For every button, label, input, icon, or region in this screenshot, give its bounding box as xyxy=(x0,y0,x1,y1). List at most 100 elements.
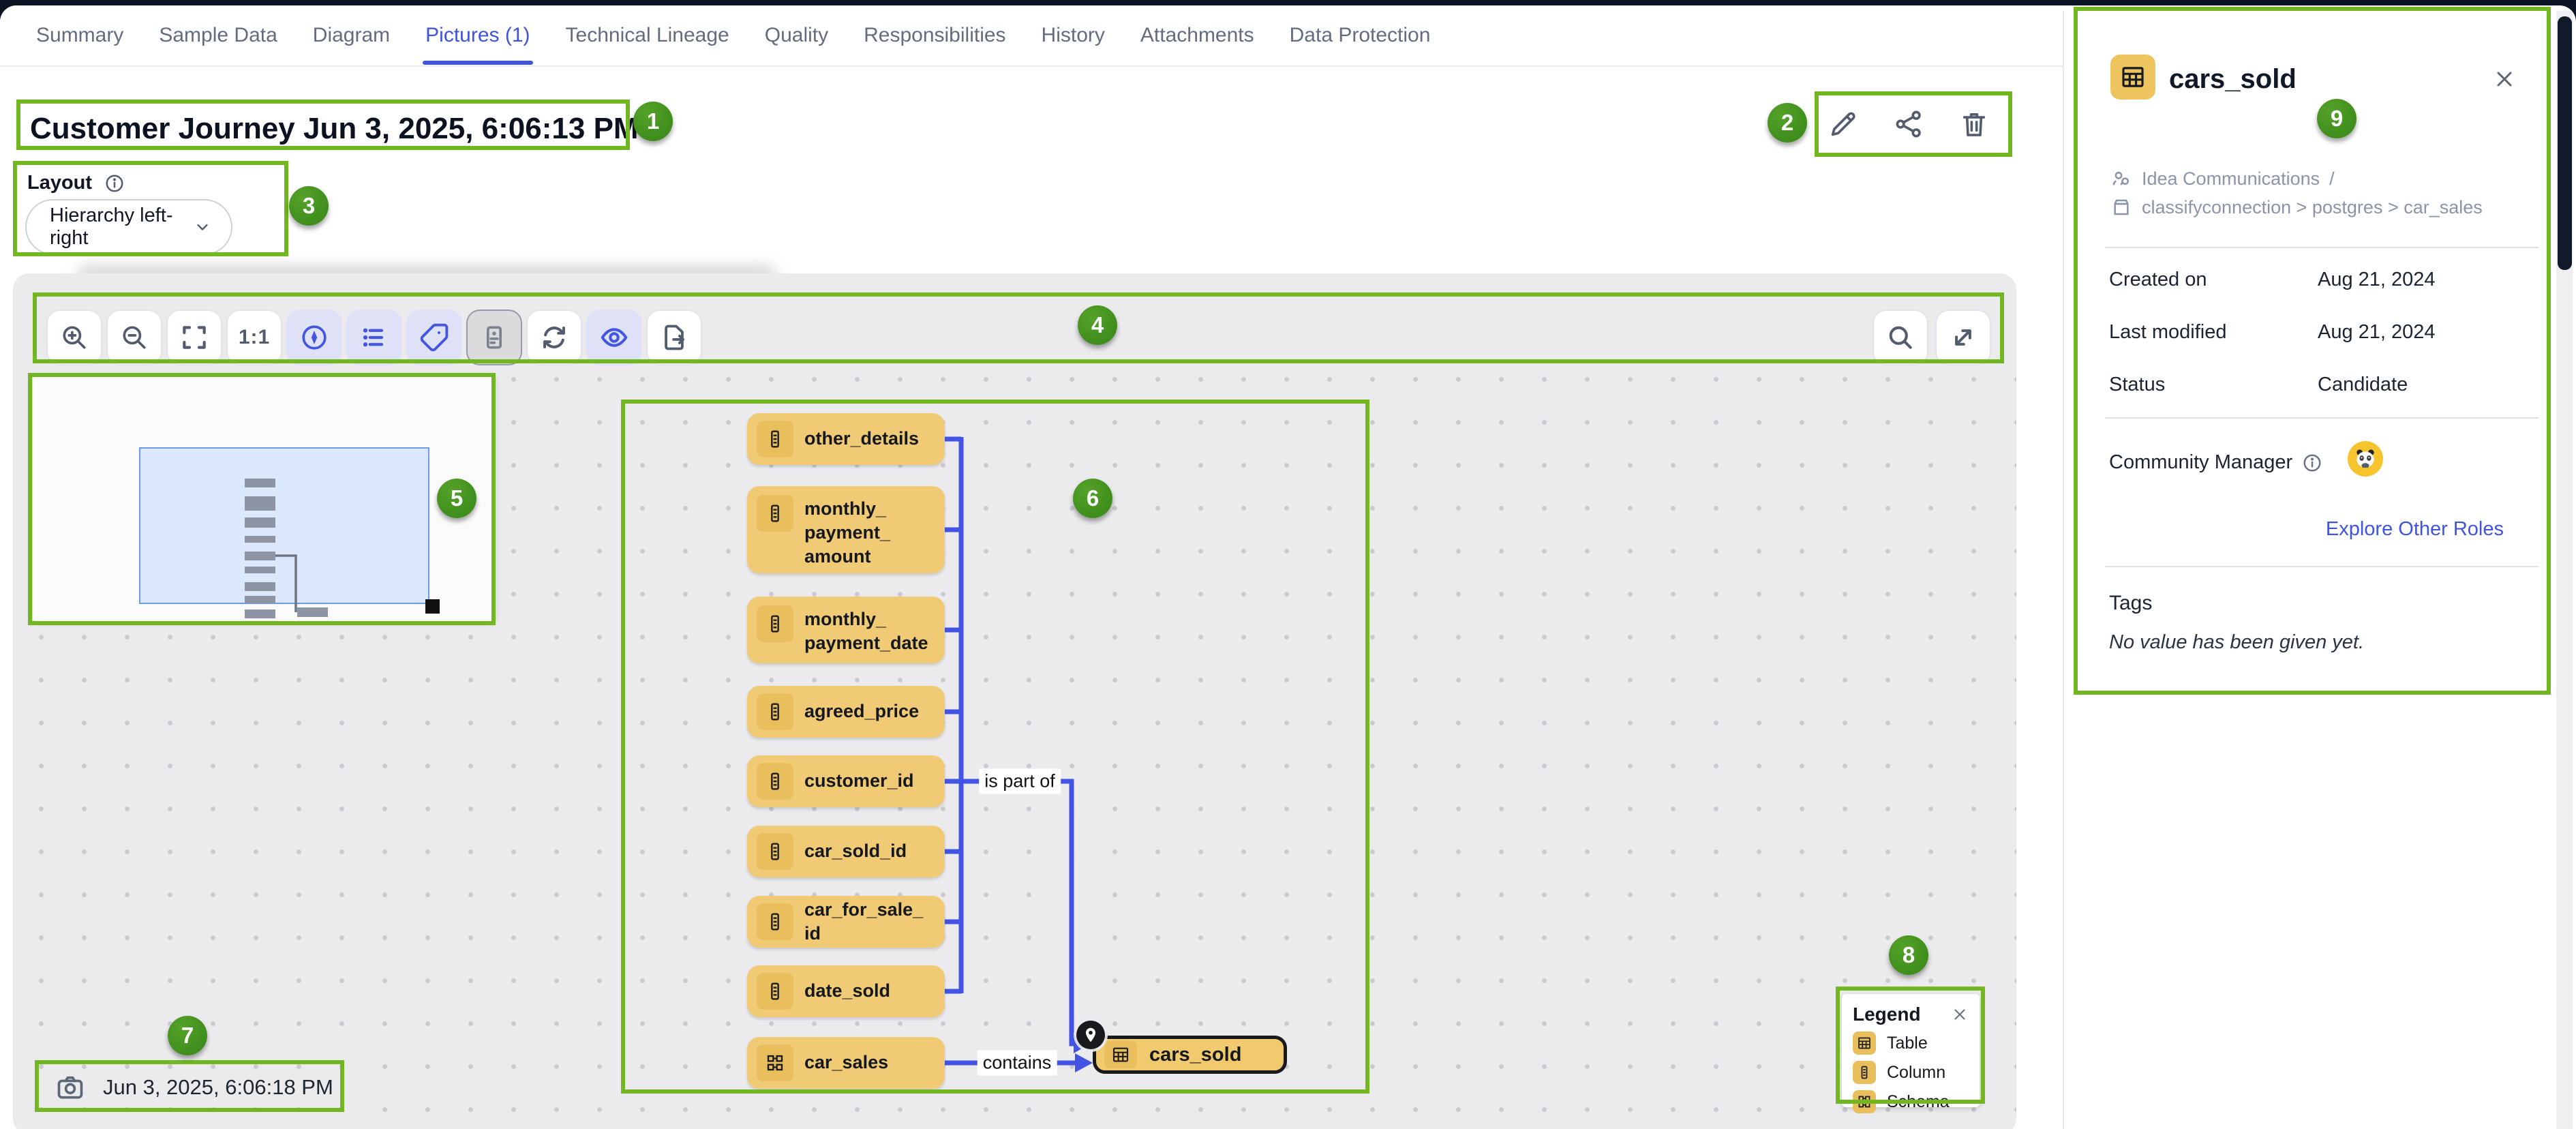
node-other-details[interactable]: other_​details xyxy=(747,413,945,465)
diagram-canvas[interactable]: 1:1 xyxy=(13,273,2016,1129)
tab-technical-lineage[interactable]: Technical Lineage xyxy=(566,24,729,47)
node-customer-id[interactable]: customer_​id xyxy=(747,755,945,807)
node-monthly-payment-date[interactable]: monthly_​payment_​date xyxy=(747,597,945,663)
attribute-label: Created on xyxy=(2109,269,2318,291)
database-box-icon xyxy=(2110,196,2132,218)
node-label: agreed_​price xyxy=(804,699,919,723)
breadcrumb-path[interactable]: classifyconnection > postgres > car_sale… xyxy=(2110,196,2483,218)
tab-responsibilities[interactable]: Responsibilities xyxy=(864,24,1005,47)
node-label: cars_sold xyxy=(1149,1044,1241,1066)
attribute-label: Last modified xyxy=(2109,321,2318,344)
column-icon xyxy=(1853,1061,1876,1084)
tab-summary[interactable]: Summary xyxy=(36,24,123,47)
camera-icon xyxy=(55,1072,85,1102)
tab-history[interactable]: History xyxy=(1042,24,1105,47)
column-icon xyxy=(757,605,793,642)
column-icon xyxy=(757,495,793,532)
legend-item-column: Column xyxy=(1853,1061,1969,1084)
share-button[interactable] xyxy=(1891,106,1926,142)
node-label: car_​for_​sale_​id xyxy=(804,898,935,946)
column-icon xyxy=(757,693,793,730)
divider xyxy=(2105,566,2539,567)
column-icon xyxy=(757,973,793,1010)
attribute-row-status: Status Candidate xyxy=(2109,374,2539,396)
diagram-edges xyxy=(13,273,2016,1129)
tab-data-protection[interactable]: Data Protection xyxy=(1290,24,1431,47)
node-label: monthly_​payment_​date xyxy=(804,607,935,655)
legend-label: Schema xyxy=(1887,1092,1950,1112)
app-window: Summary Sample Data Diagram Pictures (1)… xyxy=(0,5,2576,1129)
tab-pictures[interactable]: Pictures (1) xyxy=(425,24,530,47)
node-car-sold-id[interactable]: car_​sold_​id xyxy=(747,826,945,877)
tab-bar: Summary Sample Data Diagram Pictures (1)… xyxy=(0,5,2063,67)
close-panel-button[interactable] xyxy=(2489,64,2519,94)
page-title: Customer Journey Jun 3, 2025, 6:06:13 PM xyxy=(30,112,639,146)
column-icon xyxy=(757,833,793,870)
breadcrumb-separator: / xyxy=(2329,168,2335,190)
legend-panel: Legend Table Column Schema xyxy=(1842,994,1980,1107)
node-label: date_​sold xyxy=(804,979,890,1003)
tab-quality[interactable]: Quality xyxy=(765,24,828,47)
node-agreed-price[interactable]: agreed_​price xyxy=(747,686,945,738)
attribute-value: Candidate xyxy=(2318,374,2408,396)
chevron-down-icon xyxy=(193,217,212,237)
node-label: car_​sales xyxy=(804,1051,888,1074)
community-manager-row: Community Manager xyxy=(2109,451,2539,474)
legend-label: Table xyxy=(1887,1034,1928,1053)
node-cars-sold[interactable]: cars_sold xyxy=(1093,1036,1287,1074)
attribute-label: Status xyxy=(2109,374,2318,396)
column-icon xyxy=(757,763,793,800)
node-label: monthly_​payment_​amount xyxy=(804,497,935,569)
header-actions xyxy=(1825,106,1992,142)
table-icon xyxy=(1853,1032,1876,1055)
node-label: customer_​id xyxy=(804,769,914,793)
layout-dropdown-value: Hierarchy left-right xyxy=(50,205,179,250)
divider xyxy=(2105,417,2539,419)
divider xyxy=(2105,247,2539,248)
attribute-row-last-modified: Last modified Aug 21, 2024 xyxy=(2109,321,2539,344)
info-icon[interactable] xyxy=(2302,453,2322,473)
snapshot-time-text: Jun 3, 2025, 6:06:18 PM xyxy=(103,1075,333,1100)
breadcrumb-community[interactable]: Idea Communications / xyxy=(2110,168,2335,190)
table-icon xyxy=(1104,1041,1137,1068)
node-car-for-sale-id[interactable]: car_​for_​sale_​id xyxy=(747,896,945,948)
layout-label: Layout xyxy=(27,172,92,194)
schema-icon xyxy=(757,1044,793,1081)
tab-diagram[interactable]: Diagram xyxy=(313,24,390,47)
node-label: car_​sold_​id xyxy=(804,839,907,863)
tab-sample-data[interactable]: Sample Data xyxy=(159,24,277,47)
explore-other-roles-link[interactable]: Explore Other Roles xyxy=(2326,518,2504,541)
tags-heading: Tags xyxy=(2109,592,2152,615)
info-icon[interactable] xyxy=(104,173,125,194)
community-icon xyxy=(2110,168,2132,190)
close-icon[interactable] xyxy=(1951,1006,1969,1023)
table-icon xyxy=(2110,55,2155,100)
community-manager-avatar[interactable] xyxy=(2348,441,2383,477)
snapshot-timestamp: Jun 3, 2025, 6:06:18 PM xyxy=(55,1072,333,1102)
edit-button[interactable] xyxy=(1825,106,1861,142)
community-manager-label: Community Manager xyxy=(2109,451,2292,474)
legend-item-table: Table xyxy=(1853,1032,1969,1055)
delete-button[interactable] xyxy=(1956,106,1992,142)
breadcrumb-community-text: Idea Communications xyxy=(2142,168,2320,190)
schema-icon xyxy=(1853,1090,1876,1113)
legend-item-schema: Schema xyxy=(1853,1090,1969,1113)
attribute-value: Aug 21, 2024 xyxy=(2318,321,2436,344)
edge-label-contains: contains xyxy=(978,1051,1057,1076)
tags-empty-text: No value has been given yet. xyxy=(2109,631,2364,654)
node-car-sales[interactable]: car_​sales xyxy=(747,1037,945,1089)
layout-dropdown[interactable]: Hierarchy left-right xyxy=(25,199,232,255)
node-label: other_​details xyxy=(804,427,919,451)
column-icon xyxy=(757,421,793,457)
legend-title: Legend xyxy=(1853,1004,1921,1025)
column-icon xyxy=(757,903,793,940)
node-monthly-payment-amount[interactable]: monthly_​payment_​amount xyxy=(747,486,945,573)
location-pin-icon xyxy=(1076,1021,1105,1049)
attribute-row-created-on: Created on Aug 21, 2024 xyxy=(2109,269,2539,291)
scrollbar-thumb[interactable] xyxy=(2558,16,2572,270)
breadcrumb-path-text: classifyconnection > postgres > car_sale… xyxy=(2142,197,2483,218)
tab-attachments[interactable]: Attachments xyxy=(1140,24,1254,47)
legend-label: Column xyxy=(1887,1063,1945,1083)
attribute-value: Aug 21, 2024 xyxy=(2318,269,2436,291)
node-date-sold[interactable]: date_​sold xyxy=(747,965,945,1017)
